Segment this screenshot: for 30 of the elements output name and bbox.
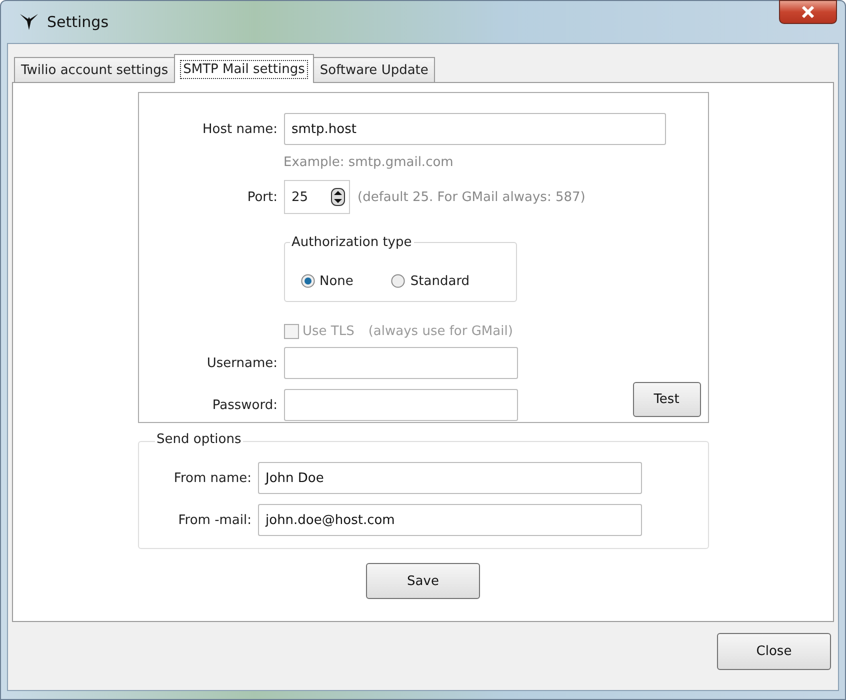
- group-title: Authorization type: [290, 235, 414, 250]
- field-label: From name:: [172, 470, 252, 486]
- bird-icon: [19, 13, 39, 31]
- radio-option[interactable]: Standard: [391, 274, 470, 288]
- window-title: Settings: [47, 13, 109, 31]
- save-button[interactable]: Save: [366, 563, 480, 599]
- field-label: From -mail:: [177, 512, 252, 528]
- hint-text: Example: smtp.gmail.com: [284, 155, 454, 170]
- tls-note: (always use for GMail): [368, 324, 513, 339]
- tab[interactable]: Twilio account settings: [14, 57, 176, 82]
- text-field[interactable]: [284, 347, 518, 379]
- port-spinbox[interactable]: 25: [284, 180, 350, 214]
- field-label: Port:: [246, 190, 278, 204]
- field-label: Host name:: [202, 122, 278, 136]
- radio-option[interactable]: None: [300, 274, 354, 288]
- group-title: Send options: [154, 432, 244, 447]
- tab[interactable]: SMTP Mail settings: [174, 54, 314, 83]
- tab[interactable]: Software Update: [312, 57, 436, 82]
- text-field[interactable]: John Doe: [258, 462, 642, 494]
- test-button[interactable]: Test: [632, 382, 700, 417]
- field-label: Password:: [211, 398, 278, 412]
- text-field[interactable]: john.doe@host.com: [258, 504, 642, 536]
- text-field[interactable]: [284, 389, 518, 421]
- checkbox-label: Use TLS: [302, 324, 354, 339]
- text-field[interactable]: smtp.host: [284, 113, 666, 145]
- field-label: Username:: [206, 356, 278, 370]
- close-button[interactable]: Close: [717, 632, 831, 670]
- spin-arrows-icon[interactable]: [330, 188, 344, 206]
- port-note: (default 25. For GMail always: 587): [358, 190, 586, 204]
- close-icon[interactable]: [779, 0, 837, 24]
